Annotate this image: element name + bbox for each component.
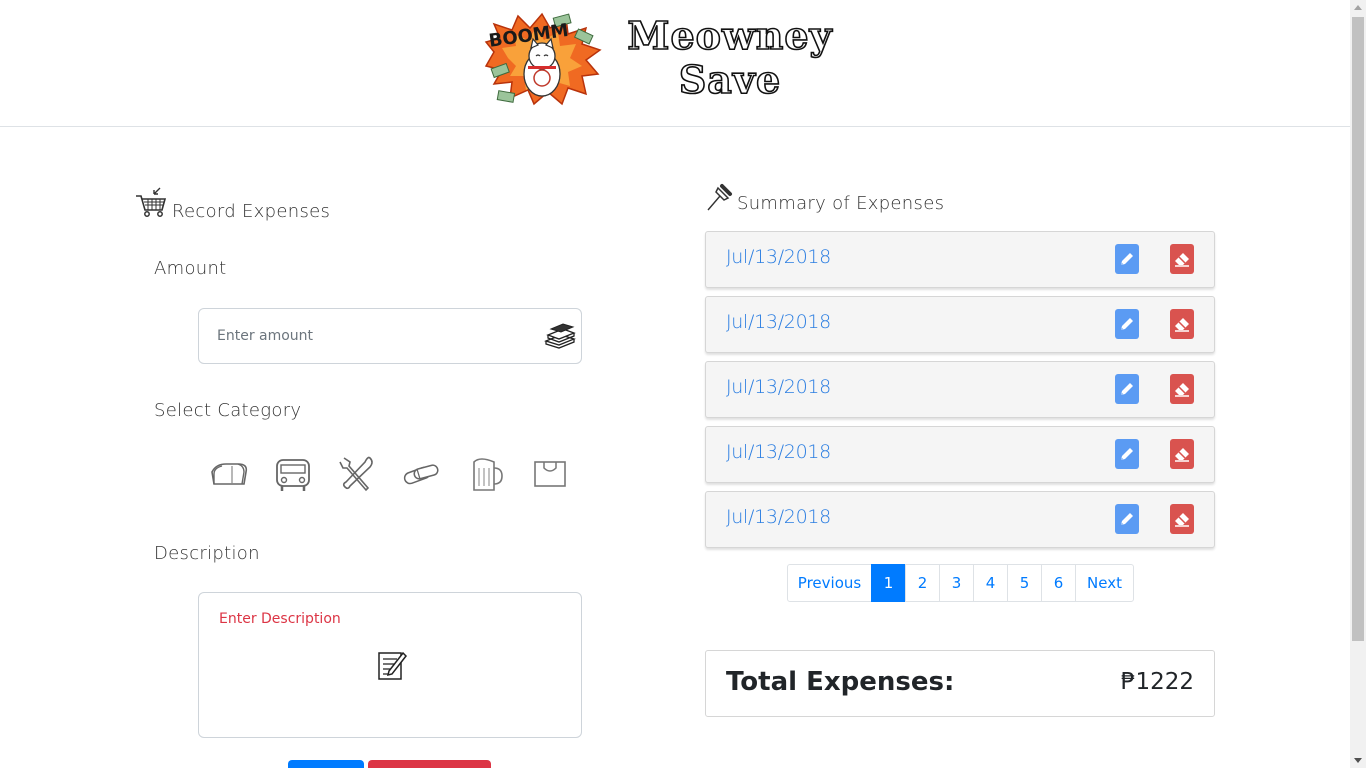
- pagination: Previous 1 2 3 4 5 6 Next: [787, 564, 1134, 602]
- logo-cat-explosion-icon: BOOMM: [484, 12, 602, 106]
- expense-item[interactable]: Jul/13/2018: [705, 426, 1215, 483]
- pill-icon[interactable]: [400, 452, 442, 496]
- pencil-icon: [1121, 383, 1133, 395]
- page-2[interactable]: 2: [905, 564, 940, 602]
- amount-label: Amount: [154, 258, 227, 279]
- expense-item[interactable]: Jul/13/2018: [705, 491, 1215, 548]
- edit-expense-button[interactable]: [1115, 309, 1139, 339]
- scroll-up-arrow-icon[interactable]: [1354, 5, 1362, 10]
- note-pencil-icon: [378, 651, 407, 680]
- description-label: Description: [154, 543, 260, 564]
- delete-expense-button[interactable]: [1170, 244, 1194, 274]
- brand-wordmark: Meowney Save: [618, 13, 842, 104]
- tools-icon[interactable]: [336, 452, 378, 496]
- summary-title: Summary of Expenses: [737, 193, 945, 214]
- expense-item[interactable]: Jul/13/2018: [705, 361, 1215, 418]
- eraser-icon: [1175, 383, 1189, 397]
- page-1[interactable]: 1: [871, 564, 906, 602]
- expense-date[interactable]: Jul/13/2018: [726, 311, 831, 333]
- edit-expense-button[interactable]: [1115, 374, 1139, 404]
- pencil-icon: [1121, 253, 1133, 265]
- pencil-icon: [1121, 318, 1133, 330]
- shopping-cart-icon: [136, 187, 167, 217]
- clear-form-button[interactable]: [368, 760, 491, 768]
- record-expenses-title: Record Expenses: [172, 201, 331, 222]
- pushpin-icon: [707, 184, 732, 211]
- delete-expense-button[interactable]: [1170, 374, 1194, 404]
- brand-line-2: Save: [678, 57, 782, 103]
- edit-expense-button[interactable]: [1115, 244, 1139, 274]
- delete-expense-button[interactable]: [1170, 309, 1194, 339]
- amount-field[interactable]: [198, 308, 582, 364]
- bread-icon[interactable]: [208, 452, 250, 496]
- money-stack-icon: [544, 323, 576, 349]
- brand-line-1: Meowney: [627, 13, 833, 59]
- delete-expense-button[interactable]: [1170, 439, 1194, 469]
- description-field[interactable]: Enter Description: [198, 592, 582, 738]
- total-expenses-label: Total Expenses:: [726, 667, 955, 697]
- eraser-icon: [1175, 448, 1189, 462]
- scrollbar-thumb[interactable]: [1352, 17, 1364, 641]
- expense-date[interactable]: Jul/13/2018: [726, 376, 831, 398]
- shopping-bag-icon[interactable]: [530, 452, 572, 496]
- page-previous[interactable]: Previous: [787, 564, 872, 602]
- eraser-icon: [1175, 318, 1189, 332]
- vertical-scrollbar[interactable]: [1350, 0, 1366, 768]
- category-picker: [206, 452, 576, 496]
- scroll-down-arrow-icon[interactable]: [1354, 758, 1362, 763]
- edit-expense-button[interactable]: [1115, 504, 1139, 534]
- pencil-icon: [1121, 513, 1133, 525]
- eraser-icon: [1175, 513, 1189, 527]
- page-next[interactable]: Next: [1075, 564, 1134, 602]
- add-expense-button[interactable]: [288, 760, 364, 768]
- page-5[interactable]: 5: [1007, 564, 1042, 602]
- eraser-icon: [1175, 253, 1189, 267]
- edit-expense-button[interactable]: [1115, 439, 1139, 469]
- page-3[interactable]: 3: [939, 564, 974, 602]
- description-placeholder[interactable]: Enter Description: [219, 611, 341, 627]
- page-6[interactable]: 6: [1041, 564, 1076, 602]
- pencil-icon: [1121, 448, 1133, 460]
- page-4[interactable]: 4: [973, 564, 1008, 602]
- total-expenses-card: Total Expenses: ₱1222: [705, 650, 1215, 717]
- amount-input[interactable]: [217, 323, 527, 349]
- top-header: BOOMM Meowney Save: [0, 0, 1350, 127]
- expense-item[interactable]: Jul/13/2018: [705, 231, 1215, 288]
- total-expenses-value: ₱1222: [1120, 669, 1194, 695]
- beer-mug-icon[interactable]: [466, 452, 508, 496]
- expense-date[interactable]: Jul/13/2018: [726, 506, 831, 528]
- bus-icon[interactable]: [272, 452, 314, 496]
- select-category-label: Select Category: [154, 400, 302, 421]
- expense-item[interactable]: Jul/13/2018: [705, 296, 1215, 353]
- expense-date[interactable]: Jul/13/2018: [726, 441, 831, 463]
- expense-date[interactable]: Jul/13/2018: [726, 246, 831, 268]
- delete-expense-button[interactable]: [1170, 504, 1194, 534]
